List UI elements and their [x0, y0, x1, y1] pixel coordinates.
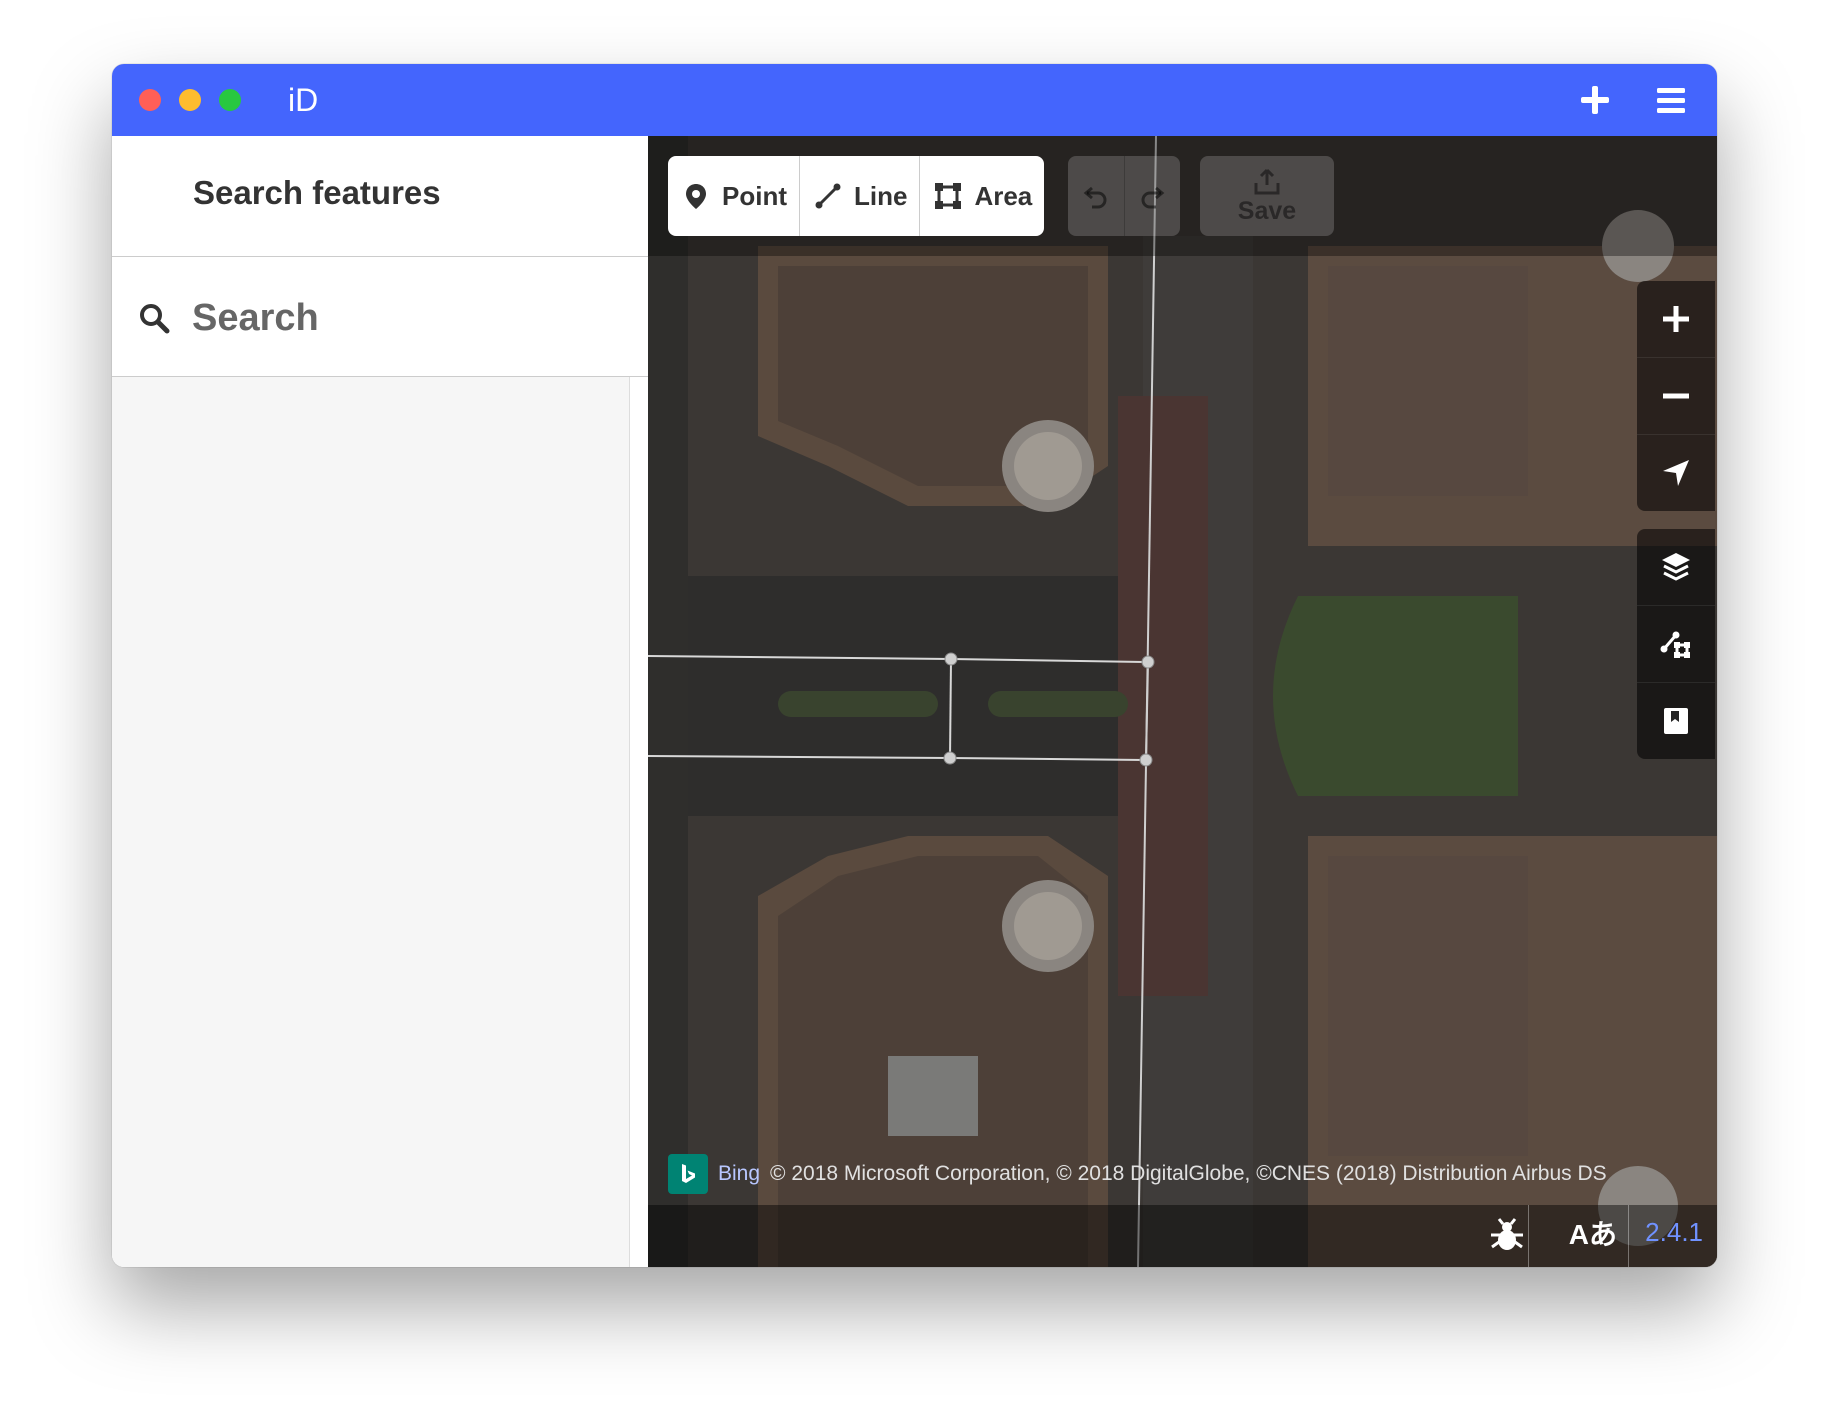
issues-button[interactable]	[1487, 1215, 1527, 1255]
save-label: Save	[1237, 196, 1297, 225]
search-icon	[140, 304, 170, 334]
add-area-label: Area	[974, 180, 1033, 211]
version-link[interactable]: 2.4.1	[1645, 1217, 1703, 1248]
app-title: iD	[288, 82, 319, 118]
zoom-controls	[1637, 281, 1715, 511]
undo-button[interactable]	[1068, 156, 1125, 236]
add-point-label: Point	[722, 180, 787, 211]
top-toolbar: Point Line Area Save	[648, 136, 1717, 256]
add-line-button[interactable]: Line	[800, 156, 921, 236]
undo-icon	[1083, 186, 1107, 209]
bing-logo[interactable]	[668, 1154, 708, 1194]
layers-icon	[1662, 553, 1690, 581]
undo-redo-group	[1068, 156, 1180, 236]
hamburger-menu-icon	[1657, 88, 1685, 113]
help-button[interactable]	[1637, 683, 1715, 759]
footer-divider	[1628, 1205, 1629, 1267]
redo-button[interactable]	[1124, 156, 1180, 236]
map-data-button[interactable]	[1637, 606, 1715, 683]
save-button[interactable]: Save	[1200, 156, 1334, 236]
app-window: iD Search features Search Point Line Are…	[112, 64, 1717, 1267]
title-bar: iD	[112, 64, 1717, 136]
window-minimize-button[interactable]	[179, 89, 201, 111]
area-icon	[935, 183, 962, 209]
map-controls	[1637, 281, 1715, 777]
feature-list	[112, 377, 630, 1267]
feature-search	[112, 257, 648, 377]
map-data-icon	[1660, 631, 1690, 658]
bing-link[interactable]: Bing	[718, 1162, 760, 1186]
bug-icon	[1491, 1218, 1523, 1250]
plus-icon	[1663, 306, 1689, 332]
location-arrow-icon	[1663, 460, 1689, 486]
map-footer: Aあ 2.4.1	[648, 1205, 1717, 1267]
line-icon	[815, 183, 841, 209]
geolocate-button[interactable]	[1637, 435, 1715, 511]
language-button[interactable]: Aあ	[1569, 1213, 1617, 1253]
plus-icon	[1581, 86, 1609, 114]
sidebar-header: Search features	[112, 136, 648, 257]
bing-icon	[682, 1164, 695, 1183]
panel-controls	[1637, 529, 1715, 759]
satellite-imagery[interactable]	[648, 136, 1717, 1267]
redo-icon	[1141, 186, 1165, 209]
zoom-in-button[interactable]	[1637, 281, 1715, 358]
attribution-text: © 2018 Microsoft Corporation, © 2018 Dig…	[770, 1162, 1607, 1185]
window-maximize-button[interactable]	[219, 89, 241, 111]
footer-divider	[1528, 1205, 1529, 1267]
add-area-button[interactable]: Area	[920, 156, 1044, 236]
map-view[interactable]: Point Line Area Save Bing © 2018 Microso…	[648, 136, 1717, 1267]
minus-icon	[1663, 393, 1689, 399]
imagery-attribution: Bing © 2018 Microsoft Corporation, © 201…	[668, 1153, 1607, 1195]
zoom-out-button[interactable]	[1637, 358, 1715, 435]
help-book-icon	[1664, 708, 1688, 734]
sidebar: Search features	[112, 136, 649, 1267]
add-line-label: Line	[854, 180, 908, 211]
map-marker-icon	[686, 184, 706, 209]
background-settings-button[interactable]	[1637, 529, 1715, 606]
add-point-button[interactable]: Point	[668, 156, 800, 236]
sidebar-title: Search features	[193, 174, 441, 211]
window-close-button[interactable]	[139, 89, 161, 111]
upload-icon	[1254, 168, 1280, 194]
add-feature-modes: Point Line Area	[668, 156, 1045, 236]
search-input[interactable]	[190, 289, 614, 347]
menu-button[interactable]	[1653, 82, 1689, 118]
add-button[interactable]	[1577, 82, 1613, 118]
